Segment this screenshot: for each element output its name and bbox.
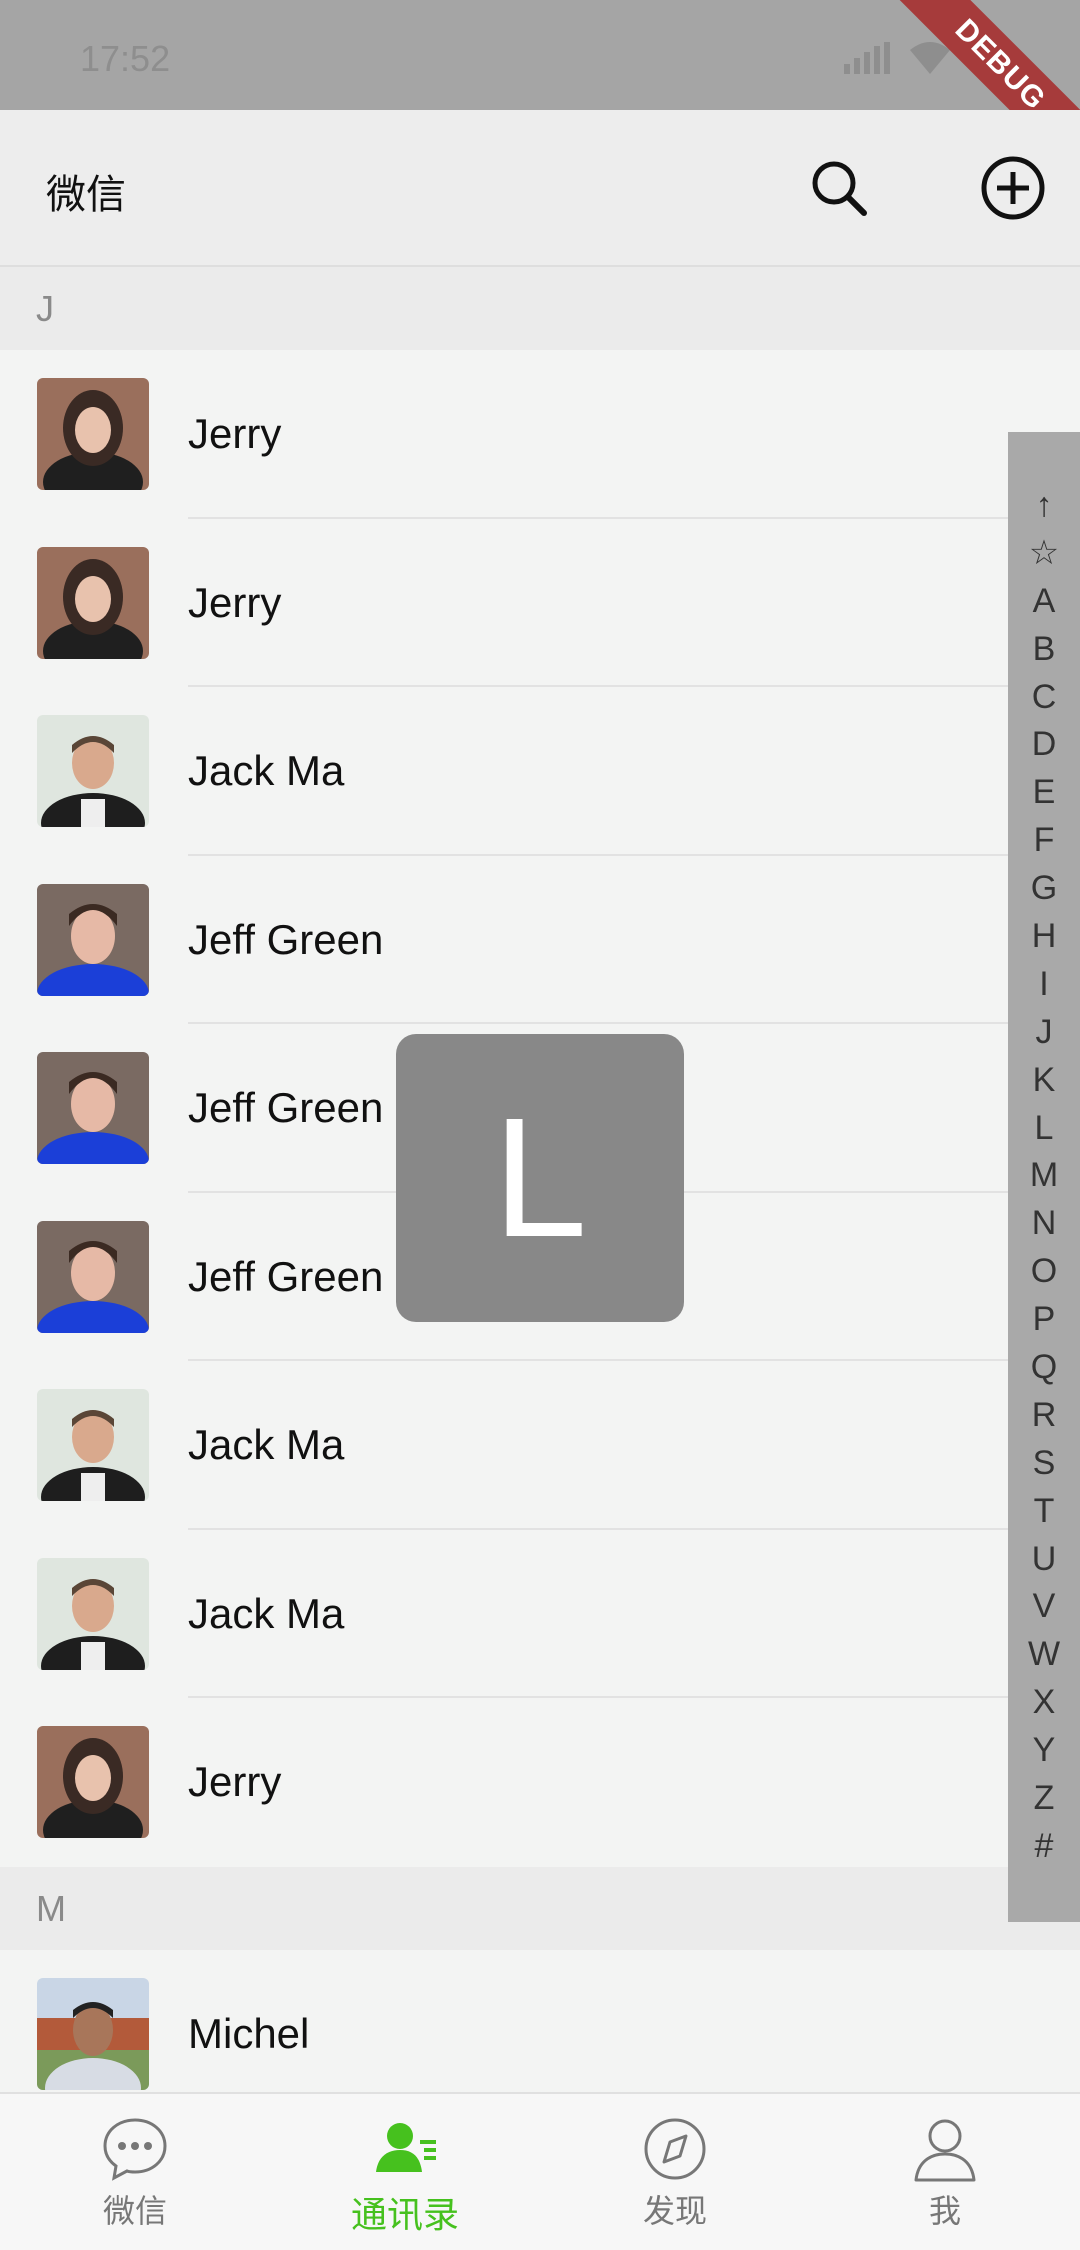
index-letter[interactable]: U: [1008, 1536, 1080, 1584]
tab-me[interactable]: 我: [810, 2094, 1080, 2250]
person-icon: [914, 2119, 976, 2182]
index-letter[interactable]: A: [1008, 578, 1080, 626]
index-letter-overlay: L: [396, 1034, 684, 1322]
contact-name: Jack Ma: [188, 1589, 345, 1637]
tab-discover[interactable]: 发现: [540, 2094, 810, 2250]
contact-name: Jerry: [188, 578, 282, 626]
index-letter[interactable]: Y: [1008, 1727, 1080, 1775]
tab-contacts[interactable]: 通讯录: [270, 2094, 540, 2250]
index-letter[interactable]: R: [1008, 1392, 1080, 1440]
contact-name: Jerry: [188, 410, 282, 457]
index-letter[interactable]: #: [1008, 1823, 1080, 1871]
index-letter[interactable]: F: [1008, 817, 1080, 865]
section-header-j: J: [0, 267, 1080, 350]
contact-item[interactable]: Jeff Green: [0, 855, 1080, 1024]
index-letter[interactable]: W: [1008, 1631, 1080, 1679]
signal-icon: [844, 42, 890, 74]
compass-icon: [644, 2118, 706, 2180]
chat-bubble-icon: [103, 2118, 167, 2181]
contact-name: Jeff Green: [188, 1084, 384, 1131]
index-letter[interactable]: P: [1008, 1296, 1080, 1344]
avatar: [37, 546, 149, 659]
index-letter[interactable]: E: [1008, 769, 1080, 817]
index-letter[interactable]: I: [1008, 961, 1080, 1009]
avatar: [37, 1220, 149, 1333]
index-letter[interactable]: O: [1008, 1248, 1080, 1296]
index-list: ↑ ☆ A B C D E F G H I J K L M N O P Q R S T U V W X Y Z #: [1008, 432, 1080, 1871]
contact-name: Jack Ma: [188, 1421, 345, 1468]
section-header-m: M: [0, 1866, 1080, 1950]
avatar: [37, 715, 149, 827]
contact-item[interactable]: Jack Ma: [0, 687, 1080, 856]
avatar: [37, 1052, 149, 1164]
nav-label: 发现: [642, 2192, 707, 2230]
contact-name: Jerry: [188, 1758, 282, 1805]
avatar: [37, 1557, 149, 1670]
plus-circle-icon[interactable]: [980, 155, 1046, 221]
contacts-icon: [376, 2123, 436, 2172]
index-letter[interactable]: B: [1008, 626, 1080, 674]
contact-name: Michel: [188, 2009, 310, 2057]
index-letter[interactable]: V: [1008, 1583, 1080, 1631]
index-letter[interactable]: L: [1008, 1105, 1080, 1153]
index-letter[interactable]: C: [1008, 674, 1080, 722]
contact-item[interactable]: Jerry: [0, 1698, 1080, 1867]
search-icon[interactable]: [806, 155, 872, 221]
alphabet-index-bar[interactable]: ↑ ☆ A B C D E F G H I J K L M N O P Q R S T U V W X Y Z #: [1008, 432, 1080, 1922]
nav-label: 微信: [102, 2192, 167, 2230]
index-letter[interactable]: ↑: [1008, 482, 1080, 530]
app-bar: 微信: [0, 110, 1080, 267]
tab-chats[interactable]: 微信: [0, 2094, 270, 2250]
index-letter[interactable]: S: [1008, 1440, 1080, 1488]
index-letter[interactable]: Q: [1008, 1344, 1080, 1392]
status-time: 17:52: [80, 38, 171, 79]
nav-label: 我: [928, 2192, 961, 2230]
index-letter[interactable]: Z: [1008, 1775, 1080, 1823]
index-letter[interactable]: M: [1008, 1152, 1080, 1200]
contact-item[interactable]: Jack Ma: [0, 1361, 1080, 1530]
avatar: [37, 883, 149, 996]
contact-item[interactable]: Michel: [0, 1949, 1080, 2092]
contact-item[interactable]: Jack Ma: [0, 1529, 1080, 1698]
avatar: [37, 1726, 149, 1838]
index-letter[interactable]: K: [1008, 1057, 1080, 1105]
index-letter[interactable]: T: [1008, 1488, 1080, 1536]
contact-item[interactable]: Jerry: [0, 350, 1080, 519]
index-letter[interactable]: H: [1008, 913, 1080, 961]
avatar: [37, 1977, 149, 2090]
contact-name: Jack Ma: [188, 747, 345, 794]
page-title: 微信: [46, 172, 126, 218]
index-letter[interactable]: N: [1008, 1200, 1080, 1248]
index-letter[interactable]: G: [1008, 865, 1080, 913]
index-letter[interactable]: ☆: [1008, 530, 1080, 578]
avatar: [37, 378, 149, 490]
contact-item[interactable]: Jerry: [0, 518, 1080, 687]
status-bar: 17:52 DEBUG: [0, 0, 1080, 189]
index-letter[interactable]: D: [1008, 721, 1080, 769]
bottom-navigation: 微信 通讯录 发现 我: [0, 2092, 1080, 2250]
nav-label: 通讯录: [350, 2195, 459, 2236]
contact-name: Jeff Green: [188, 1252, 384, 1300]
index-letter[interactable]: X: [1008, 1679, 1080, 1727]
index-letter[interactable]: J: [1008, 1009, 1080, 1057]
avatar: [37, 1389, 149, 1501]
contact-name: Jeff Green: [188, 915, 384, 963]
